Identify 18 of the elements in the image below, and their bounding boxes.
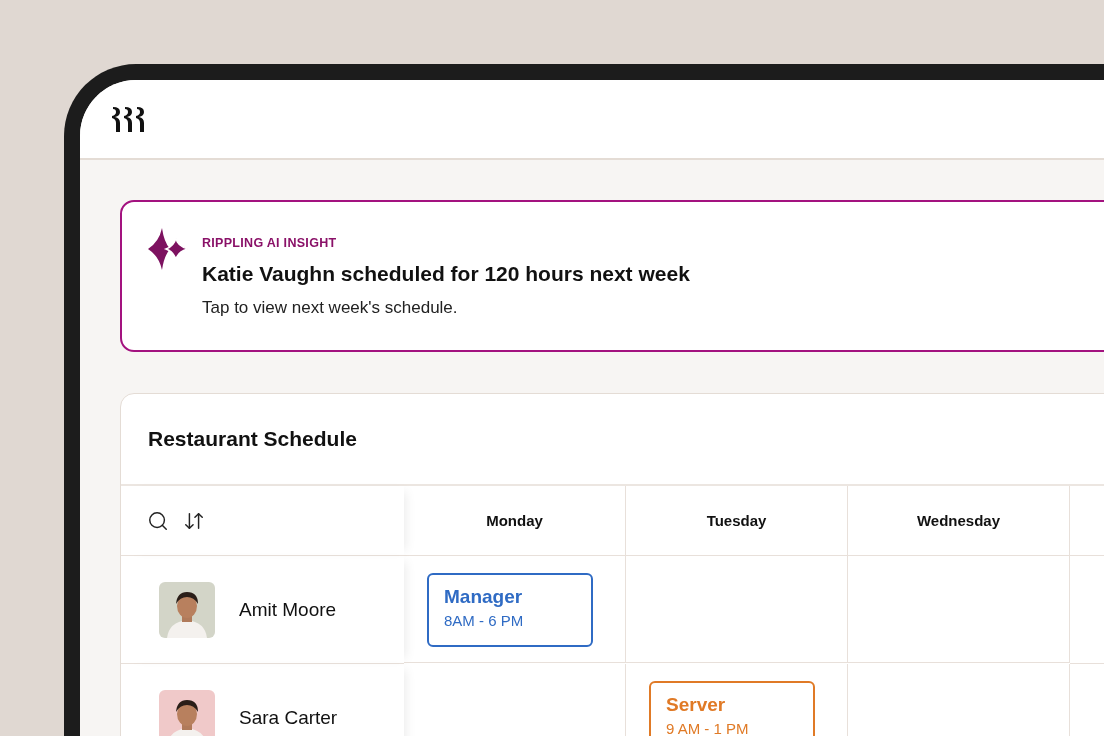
shift-block[interactable]: Manager 8AM - 6 PM: [427, 573, 593, 647]
employee-name: Sara Carter: [239, 706, 338, 729]
insight-title: Katie Vaughn scheduled for 120 hours next week: [202, 262, 690, 286]
sparkle-icon: [148, 228, 188, 270]
employee-name: Amit Moore: [239, 598, 337, 621]
insight-subtitle: Tap to view next week's schedule.: [202, 298, 459, 318]
shift-block[interactable]: Server 9 AM - 1 PM: [649, 681, 815, 736]
schedule-title: Restaurant Schedule: [148, 427, 357, 451]
insight-label: RIPPLING AI INSIGHT: [202, 236, 338, 250]
insight-card[interactable]: RIPPLING AI INSIGHT Katie Vaughn scheduled for 120 hours next week Tap to view next week's schedule.: [120, 200, 1104, 352]
schedule-cell[interactable]: Server 9 AM - 1 PM: [626, 664, 848, 736]
day-header: Monday: [486, 512, 543, 529]
day-header: Tuesday: [706, 512, 767, 529]
schedule-cell[interactable]: Manager 8AM - 6 PM: [404, 556, 626, 663]
day-header: Wednesday: [916, 512, 1001, 529]
schedule-cell[interactable]: [848, 556, 1070, 663]
schedule-cell[interactable]: [626, 556, 848, 663]
search-icon[interactable]: [147, 509, 169, 532]
